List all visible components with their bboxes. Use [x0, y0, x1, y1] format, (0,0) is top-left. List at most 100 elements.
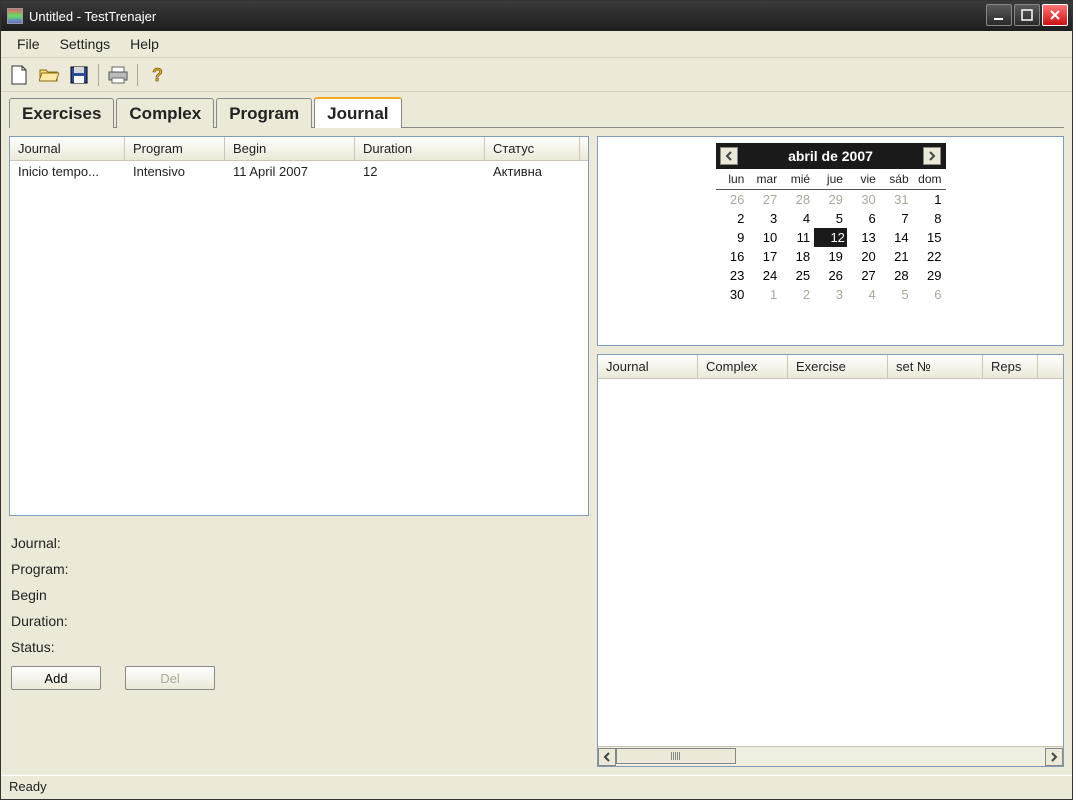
calendar-day[interactable]: 19 [814, 247, 847, 266]
col-duration[interactable]: Duration [355, 137, 485, 160]
calendar-day[interactable]: 6 [847, 209, 880, 228]
new-file-icon[interactable] [7, 63, 31, 87]
calendar-day[interactable]: 22 [913, 247, 946, 266]
cell-program: Intensivo [125, 161, 225, 182]
menubar: File Settings Help [1, 31, 1072, 58]
cell-status: Активна [485, 161, 580, 182]
col-journal[interactable]: Journal [10, 137, 125, 160]
calendar-day[interactable]: 9 [716, 228, 749, 247]
minimize-button[interactable] [986, 4, 1012, 26]
calendar-dow: lun [716, 169, 749, 190]
calendar-day[interactable]: 26 [814, 266, 847, 285]
col-d-setno[interactable]: set № [888, 355, 983, 378]
tab-journal[interactable]: Journal [314, 97, 401, 128]
close-button[interactable] [1042, 4, 1068, 26]
calendar-prev-button[interactable] [720, 147, 738, 165]
calendar-day[interactable]: 3 [814, 285, 847, 304]
tab-exercises[interactable]: Exercises [9, 98, 114, 128]
detail-columns: Journal Complex Exercise set № Reps [598, 355, 1063, 379]
col-begin[interactable]: Begin [225, 137, 355, 160]
calendar[interactable]: abril de 2007 lunmarmiéjueviesábdom26272… [716, 143, 946, 304]
calendar-day[interactable]: 6 [913, 285, 946, 304]
calendar-day[interactable]: 14 [880, 228, 913, 247]
calendar-day[interactable]: 4 [847, 285, 880, 304]
label-duration: Duration: [11, 608, 587, 634]
col-d-complex[interactable]: Complex [698, 355, 788, 378]
calendar-day[interactable]: 28 [781, 190, 814, 209]
calendar-day[interactable]: 12 [814, 228, 847, 247]
calendar-day[interactable]: 7 [880, 209, 913, 228]
toolbar: ? [1, 58, 1072, 92]
calendar-day[interactable]: 16 [716, 247, 749, 266]
calendar-dow: jue [814, 169, 847, 190]
add-button[interactable]: Add [11, 666, 101, 690]
maximize-button[interactable] [1014, 4, 1040, 26]
calendar-day[interactable]: 31 [880, 190, 913, 209]
calendar-day[interactable]: 15 [913, 228, 946, 247]
col-status[interactable]: Статус [485, 137, 580, 160]
calendar-day[interactable]: 28 [880, 266, 913, 285]
calendar-day[interactable]: 29 [814, 190, 847, 209]
label-journal: Journal: [11, 530, 587, 556]
calendar-day[interactable]: 17 [748, 247, 781, 266]
scroll-right-button[interactable] [1045, 748, 1063, 766]
cell-duration: 12 [355, 161, 485, 182]
detail-listview[interactable]: Journal Complex Exercise set № Reps [597, 354, 1064, 767]
col-d-journal[interactable]: Journal [598, 355, 698, 378]
calendar-day[interactable]: 1 [748, 285, 781, 304]
calendar-day[interactable]: 30 [847, 190, 880, 209]
svg-text:?: ? [152, 65, 163, 85]
calendar-day[interactable]: 21 [880, 247, 913, 266]
calendar-day[interactable]: 25 [781, 266, 814, 285]
calendar-day[interactable]: 30 [716, 285, 749, 304]
calendar-day[interactable]: 2 [781, 285, 814, 304]
calendar-dow: sáb [880, 169, 913, 190]
menu-settings[interactable]: Settings [50, 33, 121, 55]
calendar-day[interactable]: 8 [913, 209, 946, 228]
tab-complex[interactable]: Complex [116, 98, 214, 128]
calendar-dow: mié [781, 169, 814, 190]
horizontal-scrollbar[interactable] [598, 746, 1063, 766]
col-d-exercise[interactable]: Exercise [788, 355, 888, 378]
calendar-day[interactable]: 23 [716, 266, 749, 285]
calendar-day[interactable]: 24 [748, 266, 781, 285]
label-status: Status: [11, 634, 587, 660]
table-row[interactable]: Inicio tempo... Intensivo 11 April 2007 … [10, 161, 588, 182]
calendar-day[interactable]: 11 [781, 228, 814, 247]
label-begin: Begin [11, 582, 587, 608]
scroll-thumb[interactable] [616, 748, 736, 764]
help-icon[interactable]: ? [145, 63, 169, 87]
col-program[interactable]: Program [125, 137, 225, 160]
tab-program[interactable]: Program [216, 98, 312, 128]
scroll-track[interactable] [616, 748, 1045, 766]
calendar-day[interactable]: 1 [913, 190, 946, 209]
calendar-day[interactable]: 27 [748, 190, 781, 209]
calendar-day[interactable]: 5 [814, 209, 847, 228]
calendar-day[interactable]: 4 [781, 209, 814, 228]
calendar-day[interactable]: 26 [716, 190, 749, 209]
calendar-day[interactable]: 10 [748, 228, 781, 247]
menu-help[interactable]: Help [120, 33, 169, 55]
scroll-left-button[interactable] [598, 748, 616, 766]
calendar-day[interactable]: 20 [847, 247, 880, 266]
calendar-day[interactable]: 2 [716, 209, 749, 228]
journal-listview[interactable]: Journal Program Begin Duration Статус In… [9, 136, 589, 516]
save-icon[interactable] [67, 63, 91, 87]
menu-file[interactable]: File [7, 33, 50, 55]
statusbar: Ready [1, 775, 1072, 799]
col-d-reps[interactable]: Reps [983, 355, 1038, 378]
calendar-day[interactable]: 27 [847, 266, 880, 285]
journal-form: Journal: Program: Begin Duration: Status… [9, 524, 589, 692]
calendar-day[interactable]: 3 [748, 209, 781, 228]
open-file-icon[interactable] [37, 63, 61, 87]
print-icon[interactable] [106, 63, 130, 87]
calendar-day[interactable]: 5 [880, 285, 913, 304]
calendar-day[interactable]: 29 [913, 266, 946, 285]
app-icon [7, 8, 23, 24]
calendar-day[interactable]: 13 [847, 228, 880, 247]
calendar-day[interactable]: 18 [781, 247, 814, 266]
calendar-dow: mar [748, 169, 781, 190]
calendar-next-button[interactable] [923, 147, 941, 165]
toolbar-separator [98, 64, 99, 86]
del-button[interactable]: Del [125, 666, 215, 690]
